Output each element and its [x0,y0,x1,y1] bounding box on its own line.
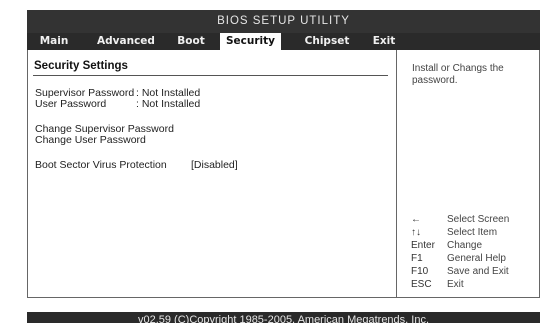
key-desc-select-item: Select Item [447,227,498,238]
user-password-value: : Not Installed [136,98,201,110]
boot-sector-virus-protection-label[interactable]: Boot Sector Virus Protection [35,159,167,171]
menu-bar: Main Advanced Boot Security Chipset Exit [27,33,540,50]
key-f1: F1 [411,253,423,264]
key-desc-change: Change [447,240,483,251]
help-text: Install or Changs the password. [412,63,504,86]
key-esc: ESC [411,279,432,290]
key-desc-save-and-exit: Save and Exit [447,266,509,277]
key-f10: F10 [411,266,429,277]
tab-chipset[interactable]: Chipset [297,33,357,50]
user-password-label: User Password [35,98,107,110]
left-arrow-icon: ← [411,214,421,225]
up-down-arrow-icon: ↑↓ [411,227,421,238]
change-user-password-item[interactable]: Change User Password [35,134,146,146]
footer-bar: v02.59 (C)Copyright 1985-2005, American … [27,312,540,323]
section-title: Security Settings [34,60,128,72]
tab-main[interactable]: Main [33,33,75,50]
tab-exit[interactable]: Exit [369,33,399,50]
section-rule [33,75,388,76]
tab-advanced[interactable]: Advanced [89,33,163,50]
tab-boot[interactable]: Boot [172,33,210,50]
boot-sector-virus-protection-value[interactable]: [Disabled] [191,159,238,171]
key-desc-general-help: General Help [447,253,506,264]
copyright-text: v02.59 (C)Copyright 1985-2005, American … [137,314,430,323]
help-divider [396,50,397,298]
key-desc-exit: Exit [447,279,464,290]
key-desc-select-screen: Select Screen [447,214,510,225]
title-bar: BIOS SETUP UTILITY [27,10,540,33]
app-title: BIOS SETUP UTILITY [217,15,350,27]
tab-security[interactable]: Security [220,33,281,50]
key-enter: Enter [411,240,435,251]
